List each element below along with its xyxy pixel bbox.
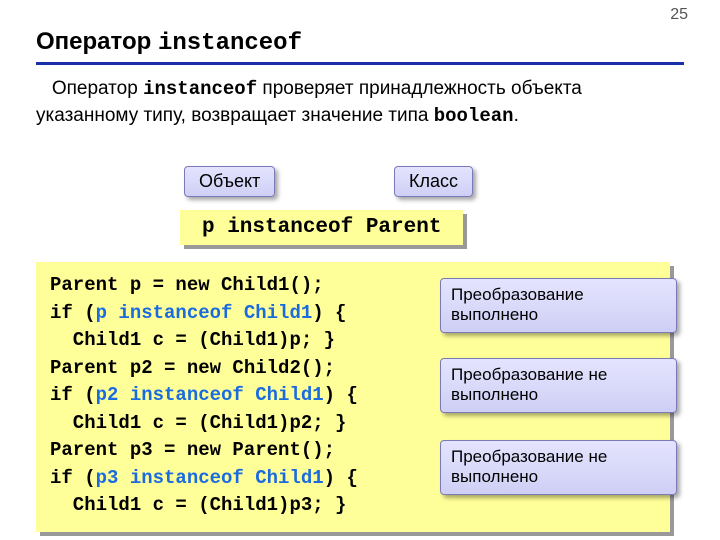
code-l3: Child1 c = (Child1)p; }	[50, 329, 335, 351]
body-paragraph: Оператор instanceof проверяет принадлежн…	[36, 76, 684, 129]
callout-object: Объект	[184, 166, 275, 197]
title-text: Оператор	[36, 28, 158, 55]
code-l5c: ) {	[324, 384, 358, 406]
note-conversion-not-done-2: Преобразование не выполнено	[440, 440, 677, 495]
page-number: 25	[670, 6, 688, 24]
code-l8b: p3 instanceof Child1	[96, 467, 324, 489]
body-prefix: Оператор	[36, 78, 143, 99]
body-kw-instanceof: instanceof	[143, 78, 257, 100]
code-l9: Child1 c = (Child1)p3; }	[50, 494, 346, 516]
code-l6: Child1 c = (Child1)p2; }	[50, 412, 346, 434]
code-l4: Parent p2 = new Child2();	[50, 357, 335, 379]
code-l5a: if (	[50, 384, 96, 406]
callout-class: Класс	[394, 166, 473, 197]
body-kw-boolean: boolean	[434, 105, 514, 127]
title-keyword: instanceof	[158, 30, 302, 57]
note-conversion-not-done-1: Преобразование не выполнено	[440, 358, 677, 413]
code-l5b: p2 instanceof Child1	[96, 384, 324, 406]
title-underline	[36, 62, 684, 65]
code-l8c: ) {	[324, 467, 358, 489]
code-l7: Parent p3 = new Parent();	[50, 439, 335, 461]
code-l1: Parent p = new Child1();	[50, 274, 324, 296]
note-conversion-done: Преобразование выполнено	[440, 278, 677, 333]
code-l2b: p instanceof Child1	[96, 302, 313, 324]
code-l8a: if (	[50, 467, 96, 489]
body-suffix: .	[514, 105, 519, 126]
code-l2a: if (	[50, 302, 96, 324]
page-title: Оператор instanceof	[36, 28, 302, 57]
code-l2c: ) {	[312, 302, 346, 324]
expression-box: p instanceof Parent	[180, 210, 463, 245]
